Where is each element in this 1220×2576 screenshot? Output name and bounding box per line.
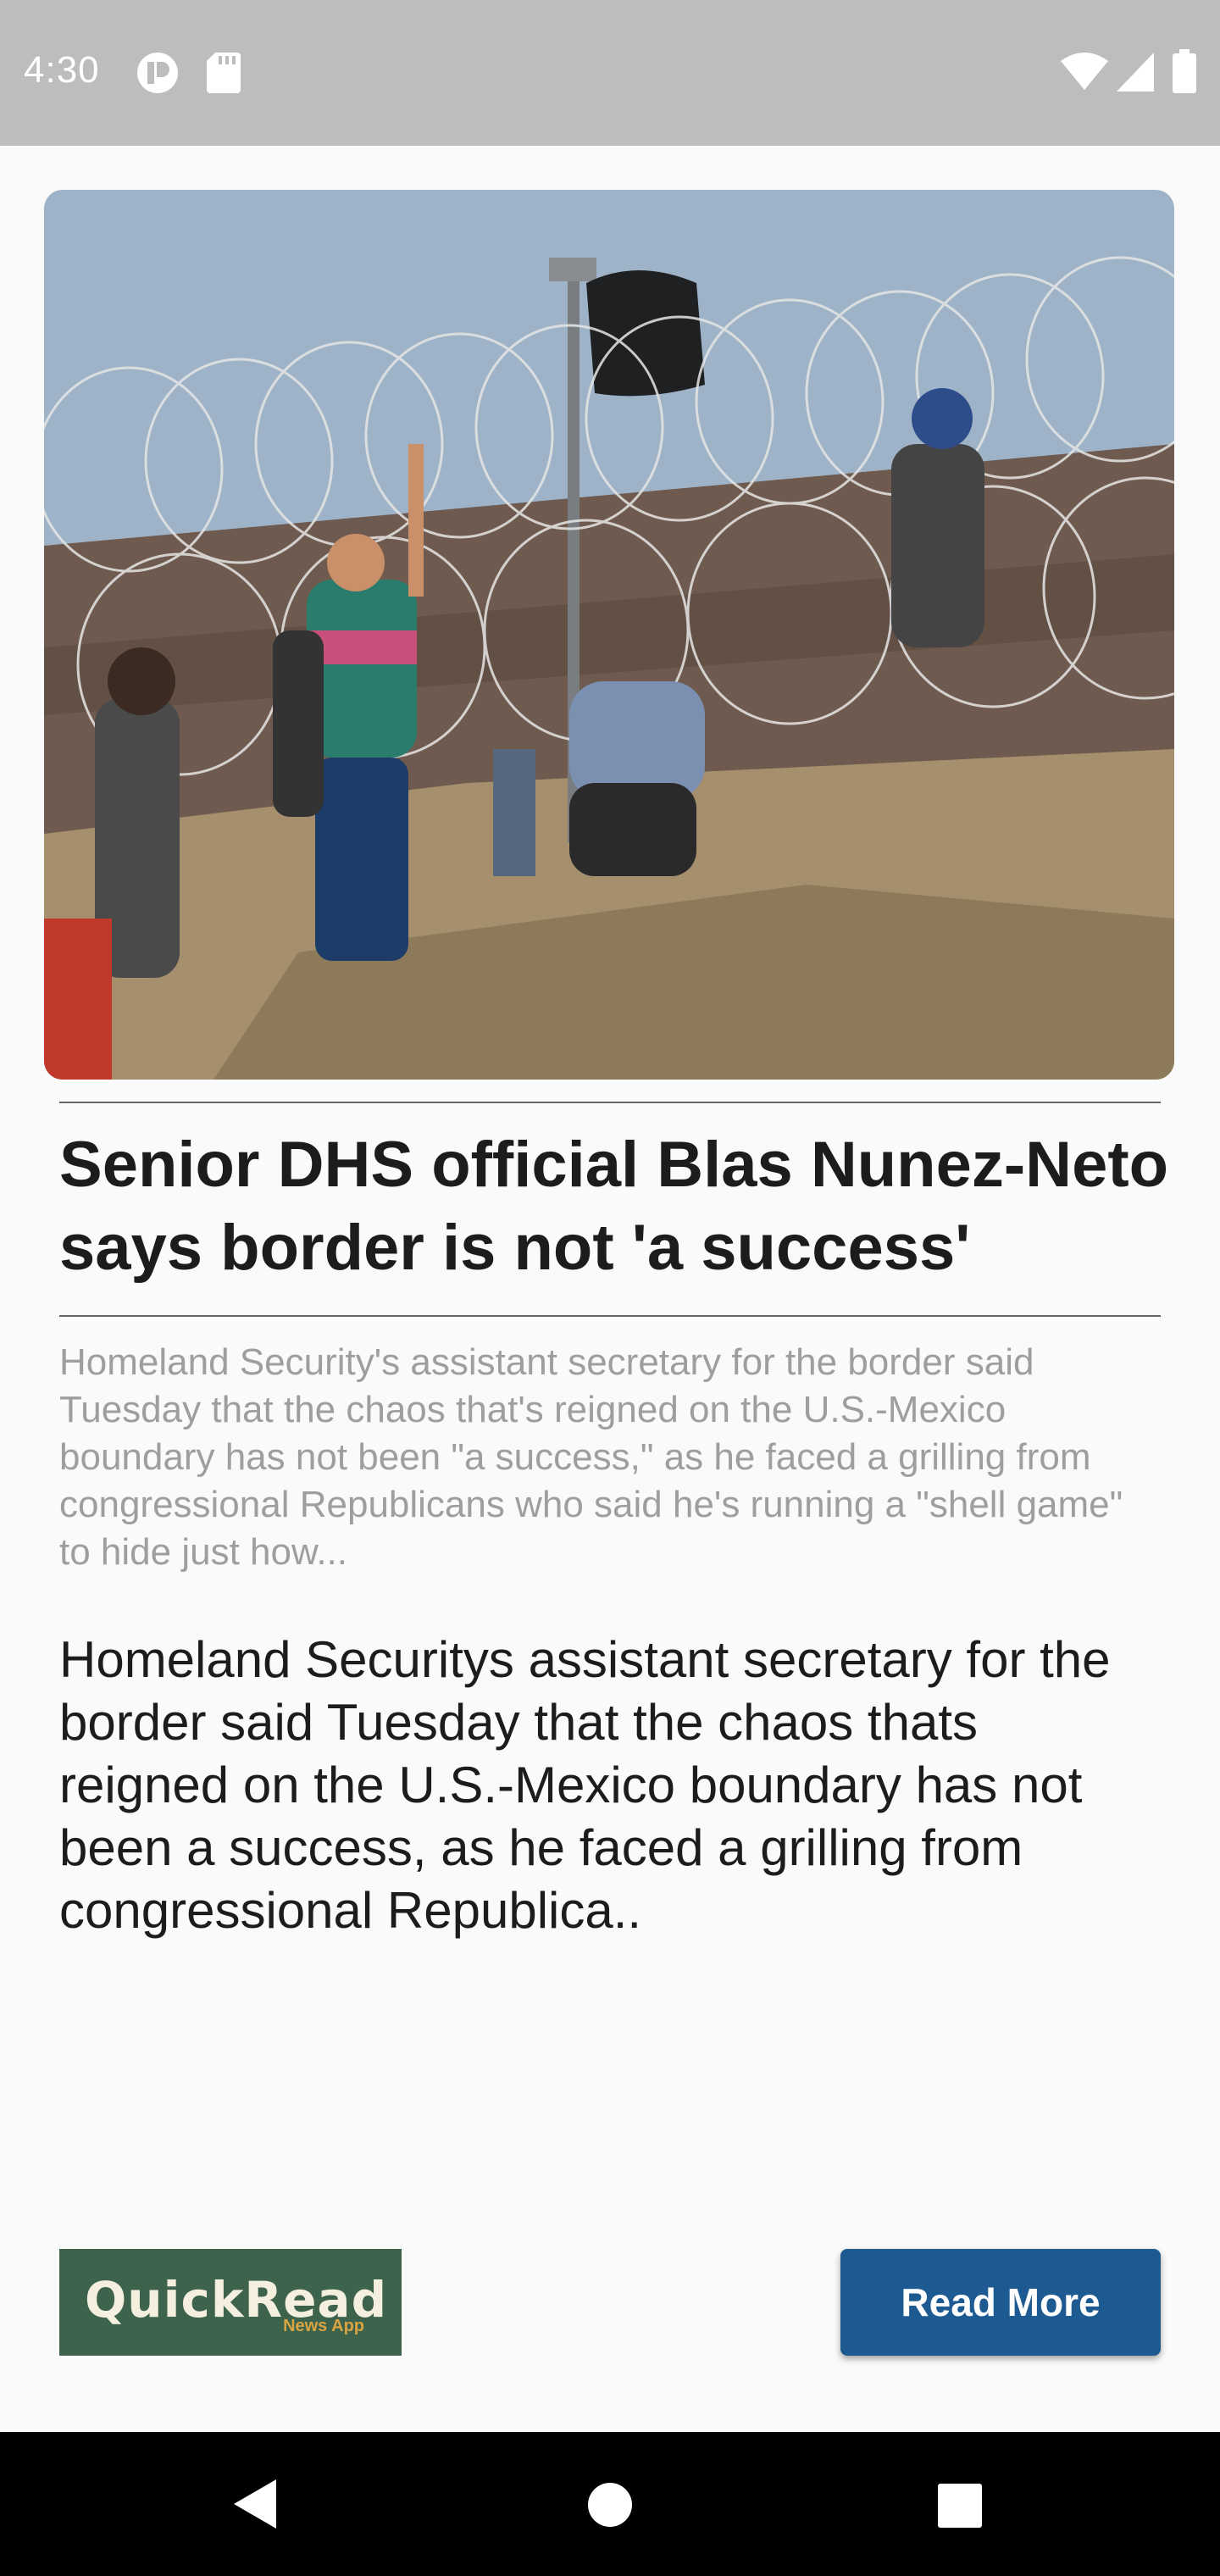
back-icon[interactable] [230, 2478, 278, 2530]
article-summary: Homeland Security's assistant secretary … [59, 1341, 1123, 1573]
cell-signal-icon [1117, 53, 1154, 92]
status-time: 4:30 [24, 49, 100, 91]
logo-subtitle: News App [283, 2317, 364, 2335]
read-more-button[interactable]: Read More [840, 2249, 1161, 2356]
divider-top [59, 1102, 1161, 1103]
article-headline: Senior DHS official Blas Nunez-Neto says… [59, 1129, 1169, 1284]
divider-bottom [59, 1315, 1161, 1317]
status-bar: 4:30 [0, 0, 1220, 146]
article-body: Homeland Securitys assistant secretary f… [59, 1631, 1111, 1939]
screen: 4:30 Senior DHS official Blas Nunez-Neto… [0, 0, 1220, 2576]
home-icon[interactable] [586, 2481, 634, 2529]
quickread-logo: QuickRead News App [59, 2249, 402, 2356]
article-image [44, 190, 1174, 1080]
wifi-icon [1061, 53, 1108, 90]
battery-icon [1173, 49, 1196, 93]
sd-card-icon [207, 53, 241, 93]
recents-icon[interactable] [937, 2483, 983, 2529]
app-notification-icon [137, 53, 178, 93]
